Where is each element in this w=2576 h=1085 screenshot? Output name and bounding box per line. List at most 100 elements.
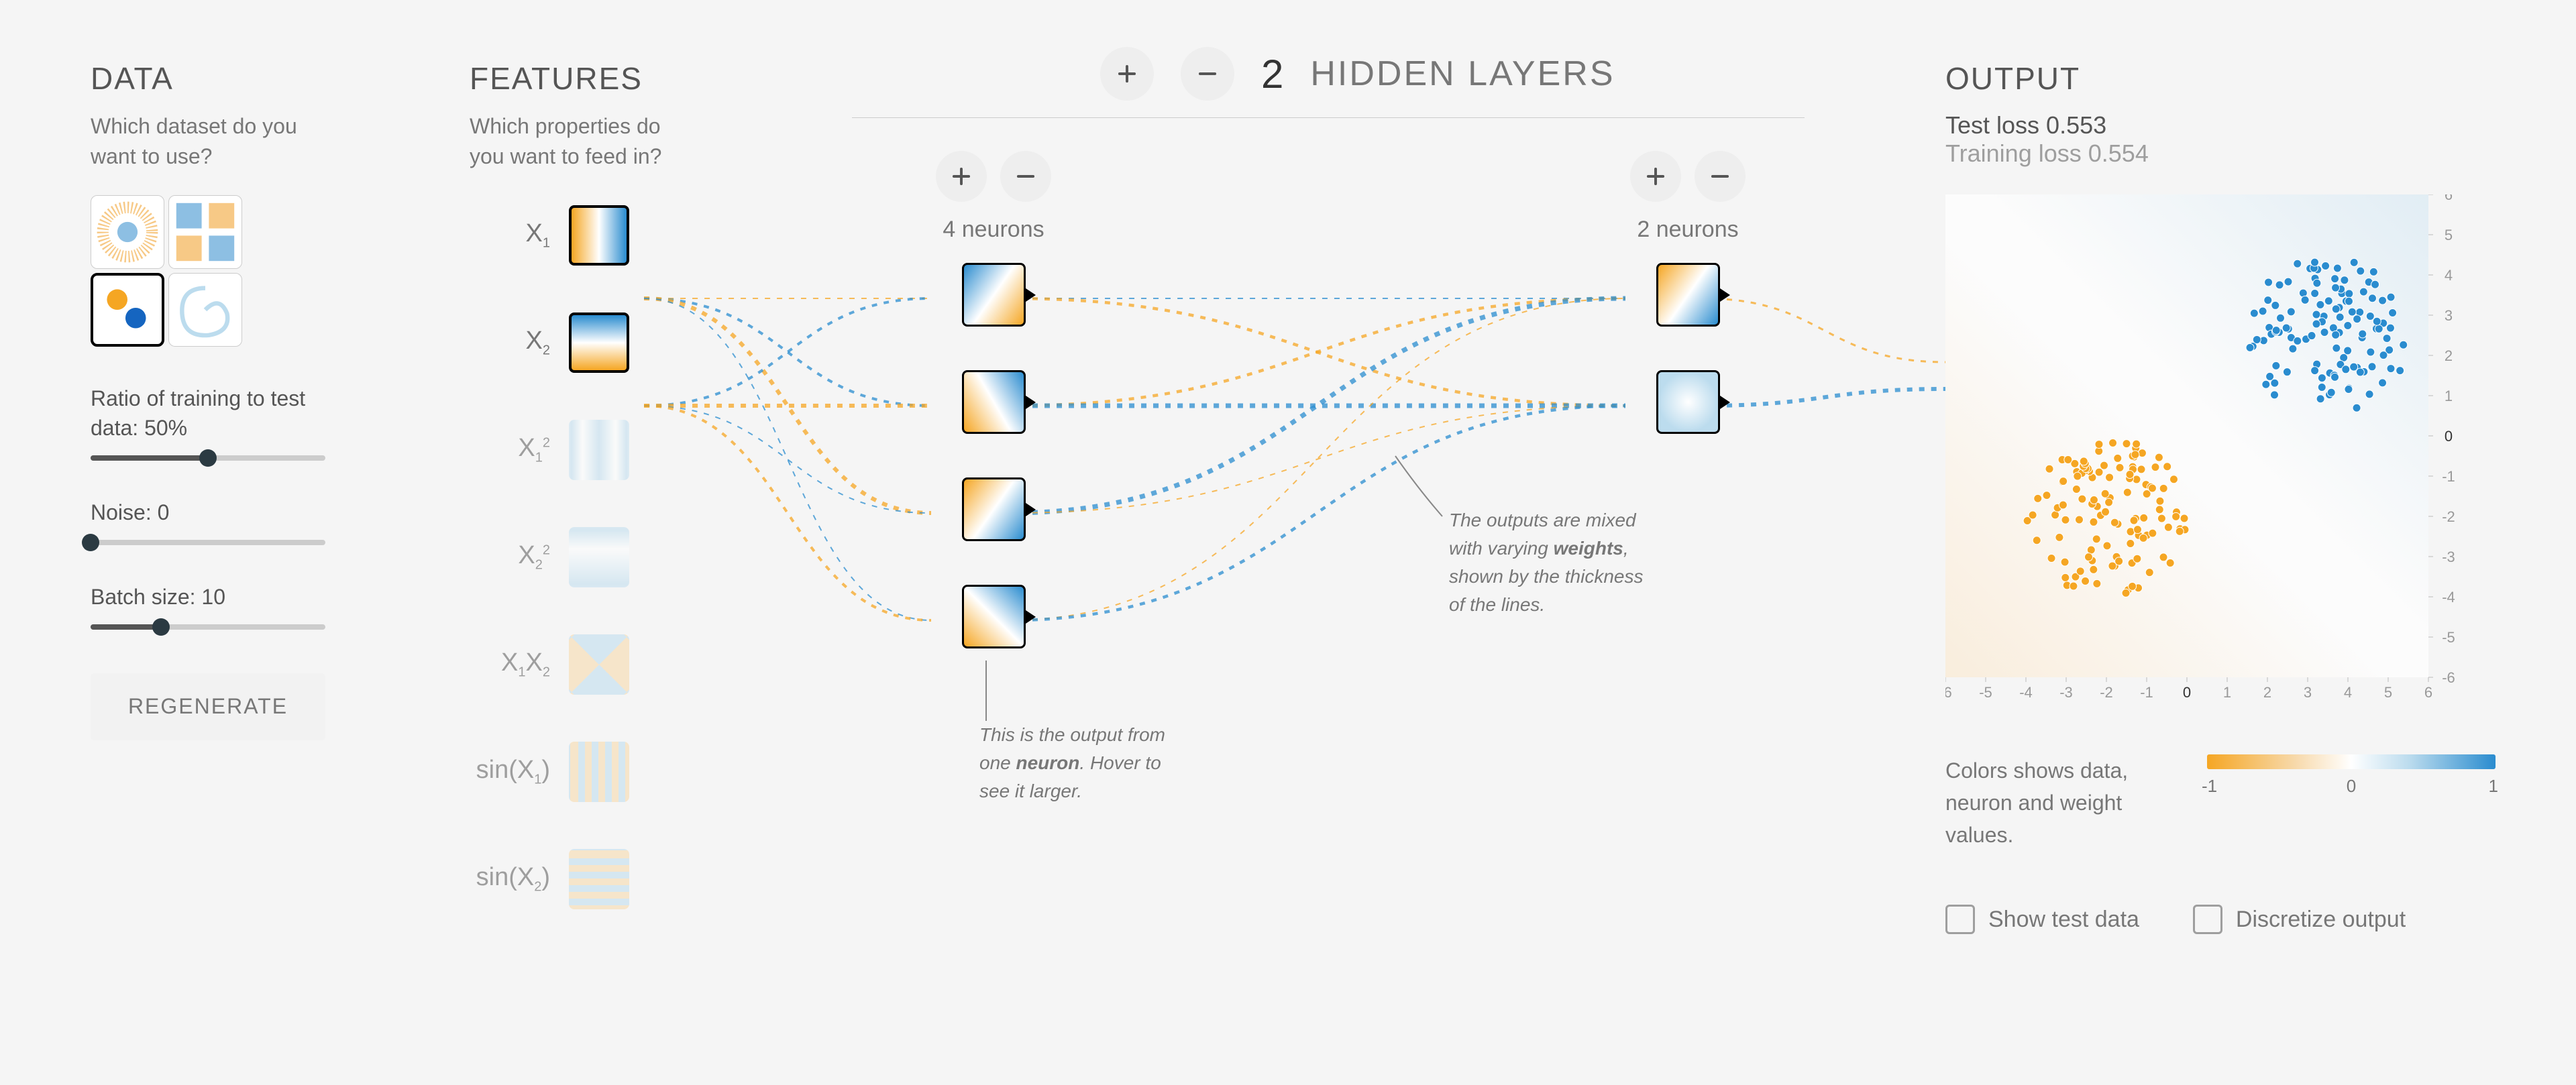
svg-text:1: 1: [2223, 684, 2231, 701]
svg-text:-2: -2: [2100, 684, 2113, 701]
plus-icon: [949, 164, 974, 189]
training-loss: Training loss 0.554: [1945, 139, 2496, 168]
svg-text:4: 4: [2445, 267, 2453, 284]
svg-text:2: 2: [2263, 684, 2271, 701]
dataset-xor[interactable]: [168, 195, 242, 269]
dataset-spiral[interactable]: [168, 273, 242, 347]
annotation-weights: The outputs are mixed with varying weigh…: [1449, 506, 1650, 619]
feature-x1sq[interactable]: X12: [470, 420, 684, 480]
feature-label: X1: [470, 219, 550, 251]
svg-text:-4: -4: [2019, 684, 2033, 701]
feature-x2[interactable]: X2: [470, 312, 684, 373]
slider-batch[interactable]: Batch size: 10: [91, 582, 339, 630]
svg-text:6: 6: [2445, 194, 2453, 203]
layer2-remove-neuron-button[interactable]: [1695, 151, 1746, 202]
neuron[interactable]: [962, 477, 1026, 541]
feature-sinx1[interactable]: sin(X1): [470, 742, 684, 802]
svg-text:-3: -3: [2059, 684, 2073, 701]
slider-ratio[interactable]: Ratio of training to test data: 50%: [91, 384, 339, 461]
neuron[interactable]: [1656, 370, 1720, 434]
feature-tile[interactable]: [569, 420, 629, 480]
svg-text:-6: -6: [1945, 684, 1952, 701]
features-column: FEATURES Which properties do you want to…: [470, 60, 684, 956]
svg-text:6: 6: [2424, 684, 2432, 701]
slider-noise-label: Noise: 0: [91, 498, 339, 528]
feature-label: X2: [470, 327, 550, 359]
minus-icon: [1195, 61, 1220, 87]
hidden-layer-2: 2 neurons: [1630, 151, 1746, 477]
feature-tile[interactable]: [569, 527, 629, 587]
remove-layer-button[interactable]: [1181, 47, 1234, 101]
dataset-circle[interactable]: [91, 195, 164, 269]
svg-text:5: 5: [2384, 684, 2392, 701]
layer1-remove-neuron-button[interactable]: [1000, 151, 1051, 202]
data-question: Which dataset do you want to use?: [91, 111, 339, 172]
feature-x1[interactable]: X1: [470, 205, 684, 266]
feature-tile[interactable]: [569, 742, 629, 802]
svg-text:4: 4: [2344, 684, 2352, 701]
dataset-gaussian[interactable]: [91, 273, 164, 347]
features-question: Which properties do you want to feed in?: [470, 111, 684, 172]
output-plot[interactable]: -6-5-4-3-2-10123456-6-5-4-3-2-10123456: [1945, 194, 2428, 711]
dataset-grid: [91, 195, 339, 347]
output-column: OUTPUT Test loss 0.553 Training loss 0.5…: [1945, 60, 2496, 934]
svg-text:0: 0: [2183, 684, 2191, 701]
plus-icon: [1114, 61, 1140, 87]
layer2-neuron-count: 2 neurons: [1637, 217, 1738, 243]
neuron[interactable]: [1656, 263, 1720, 327]
checkbox-box-icon: [1945, 905, 1975, 934]
hidden-layers-header: 2 HIDDEN LAYERS: [1100, 47, 1615, 101]
slider-batch-label: Batch size: 10: [91, 582, 339, 612]
hidden-layer-1: 4 neurons: [936, 151, 1051, 692]
output-legend: Colors shows data, neuron and weight val…: [1945, 754, 2496, 851]
feature-list: X1X2X12X22X1X2sin(X1)sin(X2): [470, 205, 684, 909]
header-underline: [852, 117, 1805, 118]
svg-text:-5: -5: [1979, 684, 1992, 701]
neuron[interactable]: [962, 263, 1026, 327]
neuron[interactable]: [962, 585, 1026, 648]
svg-text:-3: -3: [2442, 549, 2455, 565]
checkbox-discretize-output[interactable]: Discretize output: [2193, 905, 2406, 934]
feature-tile[interactable]: [569, 849, 629, 909]
add-layer-button[interactable]: [1100, 47, 1154, 101]
feature-tile[interactable]: [569, 634, 629, 695]
checkbox-discretize-label: Discretize output: [2236, 907, 2406, 933]
layer1-add-neuron-button[interactable]: [936, 151, 987, 202]
feature-tile[interactable]: [569, 205, 629, 266]
data-column: DATA Which dataset do you want to use?: [91, 60, 339, 740]
svg-text:-1: -1: [2140, 684, 2153, 701]
legend-gradient: 0: [2207, 754, 2496, 769]
feature-label: X12: [470, 434, 550, 466]
svg-text:3: 3: [2304, 684, 2312, 701]
minus-icon: [1013, 164, 1038, 189]
svg-text:-5: -5: [2442, 629, 2455, 646]
svg-text:1: 1: [2445, 388, 2453, 404]
plus-icon: [1643, 164, 1668, 189]
feature-x1x2[interactable]: X1X2: [470, 634, 684, 695]
feature-tile[interactable]: [569, 312, 629, 373]
checkbox-show-test-label: Show test data: [1988, 907, 2139, 933]
features-title: FEATURES: [470, 60, 684, 97]
layer2-add-neuron-button[interactable]: [1630, 151, 1681, 202]
feature-sinx2[interactable]: sin(X2): [470, 849, 684, 909]
slider-noise[interactable]: Noise: 0: [91, 498, 339, 545]
output-title: OUTPUT: [1945, 60, 2496, 97]
feature-label: sin(X2): [470, 863, 550, 895]
checkbox-show-test-data[interactable]: Show test data: [1945, 905, 2139, 934]
neuron[interactable]: [962, 370, 1026, 434]
svg-text:-1: -1: [2442, 468, 2455, 485]
legend-text: Colors shows data, neuron and weight val…: [1945, 754, 2153, 851]
data-title: DATA: [91, 60, 339, 97]
feature-label: X22: [470, 541, 550, 573]
svg-text:0: 0: [2445, 428, 2453, 445]
svg-text:-2: -2: [2442, 508, 2455, 525]
annotation-neuron: This is the output from one neuron. Hove…: [979, 721, 1181, 805]
feature-label: sin(X1): [470, 756, 550, 788]
svg-text:-4: -4: [2442, 589, 2455, 606]
checkbox-box-icon: [2193, 905, 2222, 934]
layer1-neuron-count: 4 neurons: [943, 217, 1044, 243]
hidden-layer-count: 2: [1261, 51, 1283, 97]
svg-text:3: 3: [2445, 307, 2453, 324]
regenerate-button[interactable]: REGENERATE: [91, 673, 325, 740]
feature-x2sq[interactable]: X22: [470, 527, 684, 587]
